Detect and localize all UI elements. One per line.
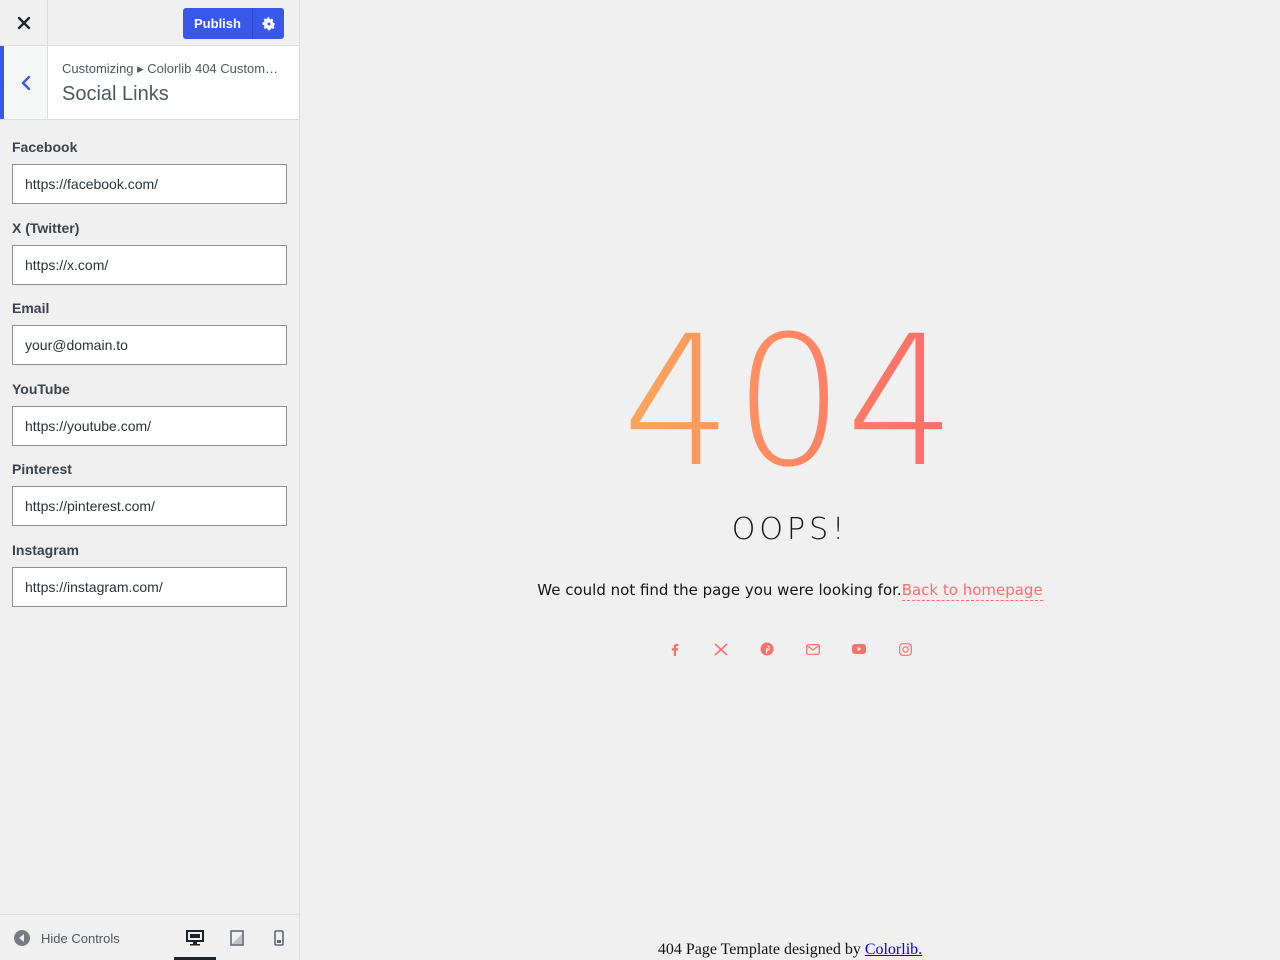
control-email: Email — [12, 300, 287, 381]
pinterest-icon[interactable] — [758, 640, 776, 658]
email-icon[interactable] — [804, 640, 822, 658]
facebook-icon[interactable] — [666, 640, 684, 658]
colorlib-link[interactable]: Colorlib. — [865, 941, 922, 958]
gear-icon — [261, 16, 275, 30]
control-youtube: YouTube — [12, 381, 287, 462]
facebook-label: Facebook — [12, 139, 78, 155]
section-header: Customizing ▸ Colorlib 404 Custom… Socia… — [0, 46, 299, 120]
collapse-icon — [14, 930, 30, 946]
section-title: Social Links — [62, 83, 169, 105]
control-pinterest: Pinterest — [12, 461, 287, 542]
template-credit: 404 Page Template designed by Colorlib. — [300, 941, 1280, 959]
youtube-input[interactable] — [12, 405, 287, 446]
pinterest-label: Pinterest — [12, 461, 72, 477]
control-twitter: X (Twitter) — [12, 220, 287, 301]
back-button[interactable] — [0, 46, 48, 119]
publish-group: Publish — [183, 8, 284, 39]
facebook-input[interactable] — [12, 164, 287, 204]
publish-button[interactable]: Publish — [183, 8, 253, 39]
credit-text: 404 Page Template designed by — [657, 941, 865, 958]
hide-controls-button[interactable]: Hide Controls — [13, 929, 120, 947]
control-instagram: Instagram — [12, 542, 287, 623]
site-preview: 404 OOPS! We could not find the page you… — [300, 0, 1280, 960]
desktop-icon — [186, 930, 204, 946]
x-icon[interactable] — [712, 640, 730, 658]
instagram-input[interactable] — [12, 566, 287, 607]
error-message-text: We could not find the page you were look… — [537, 581, 902, 599]
error-message: We could not find the page you were look… — [300, 581, 1280, 601]
back-to-homepage-link[interactable]: Back to homepage — [901, 581, 1043, 601]
error-heading: OOPS! — [731, 512, 849, 547]
twitter-label: X (Twitter) — [12, 219, 80, 236]
social-links-controls: Facebook X (Twitter) Email YouTube Pinte… — [12, 139, 287, 622]
youtube-label: YouTube — [12, 380, 70, 397]
preview-mobile-button[interactable] — [258, 915, 300, 960]
email-label: Email — [12, 300, 50, 316]
breadcrumb: Customizing ▸ Colorlib 404 Custom… — [62, 61, 279, 76]
close-customizer-button[interactable] — [0, 0, 48, 45]
instagram-label: Instagram — [12, 541, 79, 558]
mobile-icon — [274, 930, 284, 946]
control-facebook: Facebook — [12, 139, 287, 220]
youtube-icon[interactable] — [850, 640, 868, 658]
publish-settings-button[interactable] — [253, 8, 284, 39]
email-input[interactable] — [12, 325, 287, 365]
preview-tablet-button[interactable] — [216, 915, 258, 960]
close-icon — [17, 16, 30, 29]
hide-controls-label: Hide Controls — [41, 930, 120, 946]
tablet-icon — [230, 930, 244, 946]
customizer-header: Publish — [0, 0, 299, 46]
preview-desktop-button[interactable] — [174, 915, 216, 960]
chevron-left-icon — [21, 75, 30, 90]
error-code: 404 — [320, 313, 1261, 493]
pinterest-input[interactable] — [12, 486, 287, 526]
customizer-sidebar: Publish Customizing ▸ Colorlib 404 Custo… — [0, 0, 300, 960]
social-icons — [666, 640, 914, 658]
instagram-icon[interactable] — [896, 640, 914, 658]
twitter-input[interactable] — [12, 244, 287, 285]
customizer-footer: Hide Controls — [0, 914, 299, 960]
